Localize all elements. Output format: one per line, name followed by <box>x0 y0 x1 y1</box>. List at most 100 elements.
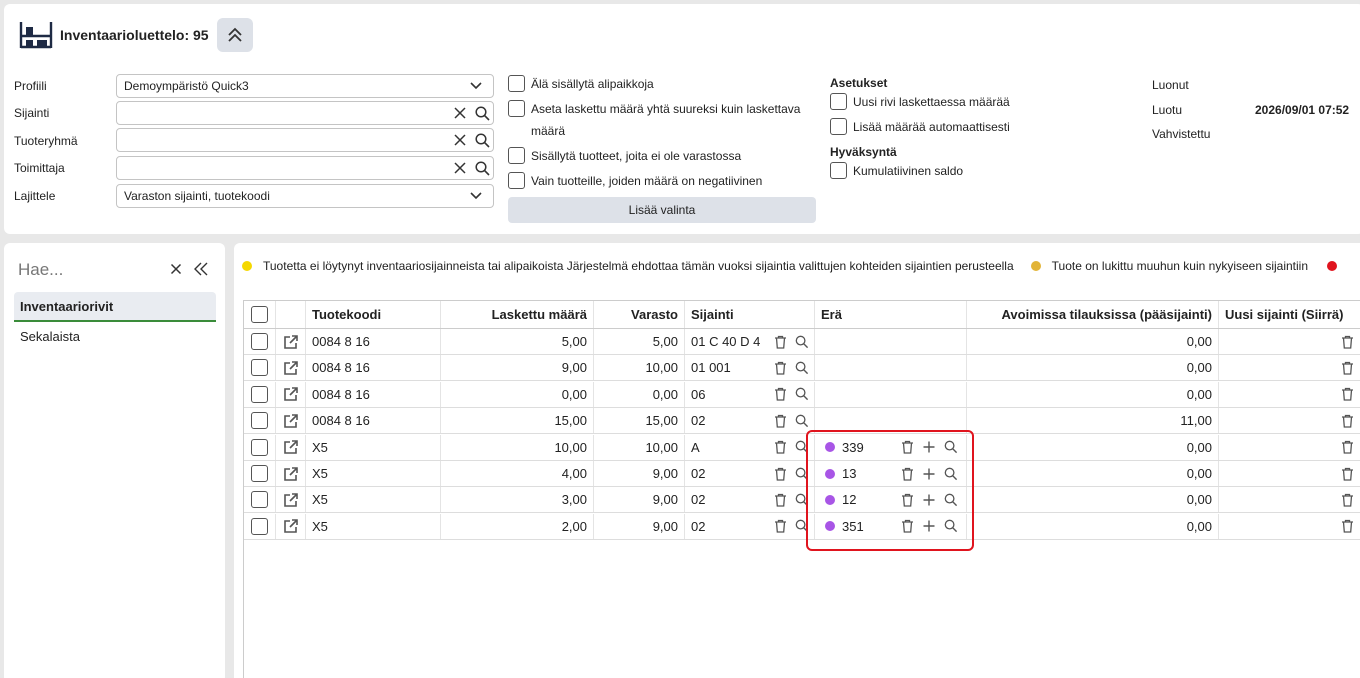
column-header-code[interactable]: Tuotekoodi <box>306 301 441 328</box>
trash-icon[interactable] <box>769 410 791 432</box>
counted-cell[interactable]: 15,00 <box>441 408 594 434</box>
row-checkbox[interactable] <box>251 517 268 535</box>
column-header-new-location[interactable]: Uusi sijainti (Siirrä) <box>1219 301 1360 328</box>
trash-icon[interactable] <box>769 331 791 353</box>
external-link-icon[interactable] <box>280 489 302 511</box>
only-negative-option[interactable]: Vain tuotteille, joiden määrä on negatii… <box>508 170 762 192</box>
trash-icon[interactable] <box>1337 383 1358 405</box>
row-checkbox[interactable] <box>251 412 268 430</box>
clear-icon[interactable] <box>449 102 471 124</box>
exclude-subplaces-option[interactable]: Älä sisällytä alipaikkoja <box>508 73 654 95</box>
trash-icon[interactable] <box>769 357 791 379</box>
search-icon[interactable] <box>791 383 813 405</box>
new-row-option[interactable]: Uusi rivi laskettaessa määrää <box>830 91 1010 113</box>
double-chevron-left-icon[interactable] <box>194 262 208 276</box>
stock-cell: 5,00 <box>594 329 685 354</box>
row-checkbox[interactable] <box>251 491 268 509</box>
external-link-icon[interactable] <box>280 463 302 485</box>
trash-icon[interactable] <box>1337 436 1358 458</box>
trash-icon[interactable] <box>1337 463 1358 485</box>
add-selection-button[interactable]: Lisää valinta <box>508 197 816 223</box>
search-icon[interactable] <box>791 357 813 379</box>
counted-cell[interactable]: 0,00 <box>441 381 594 407</box>
sidebar-item-misc[interactable]: Sekalaista <box>14 321 216 351</box>
column-header-stock[interactable]: Varasto <box>594 301 685 328</box>
counted-cell[interactable]: 9,00 <box>441 355 594 381</box>
table-row[interactable]: X5 3,00 9,00 02 12 0,00 <box>244 487 1360 514</box>
trash-icon[interactable] <box>1337 331 1358 353</box>
legend-text-locked: Tuote on lukittu muuhun kuin nykyiseen s… <box>1051 259 1309 273</box>
column-header-batch[interactable]: Erä <box>815 301 967 328</box>
checkbox[interactable] <box>508 75 525 92</box>
checkbox[interactable] <box>508 147 525 164</box>
external-link-icon[interactable] <box>280 515 302 537</box>
table-row[interactable]: 0084 8 16 9,00 10,00 01 001 0,00 <box>244 355 1360 382</box>
trash-icon[interactable] <box>1337 410 1358 432</box>
column-header-open-orders[interactable]: Avoimissa tilauksissa (pääsijainti) <box>967 301 1219 328</box>
counted-cell[interactable]: 5,00 <box>441 329 594 354</box>
trash-icon[interactable] <box>769 463 791 485</box>
external-link-icon[interactable] <box>280 357 302 379</box>
supplier-label: Toimittaja <box>14 161 65 175</box>
table-row[interactable]: X5 10,00 10,00 A 339 0,00 <box>244 434 1360 461</box>
checkbox[interactable] <box>830 162 847 179</box>
trash-icon[interactable] <box>769 436 791 458</box>
trash-icon[interactable] <box>769 383 791 405</box>
counted-cell[interactable]: 4,00 <box>441 461 594 486</box>
clear-icon[interactable] <box>449 157 471 179</box>
cumulative-option[interactable]: Kumulatiivinen saldo <box>830 160 963 182</box>
trash-icon[interactable] <box>1337 489 1358 511</box>
product-group-search-field[interactable] <box>116 128 494 152</box>
row-checkbox[interactable] <box>251 359 268 377</box>
row-select-cell <box>244 381 276 407</box>
counted-cell[interactable]: 10,00 <box>441 434 594 460</box>
select-all-checkbox[interactable] <box>251 306 268 323</box>
checkbox[interactable] <box>830 118 847 135</box>
column-header-counted[interactable]: Laskettu määrä <box>441 301 594 328</box>
external-link-icon[interactable] <box>280 383 302 405</box>
sidebar-search-input[interactable]: Hae... <box>18 260 63 280</box>
search-icon[interactable] <box>471 157 493 179</box>
add-auto-option[interactable]: Lisää määrää automaattisesti <box>830 116 1010 138</box>
supplier-search-field[interactable] <box>116 156 494 180</box>
code-cell: 0084 8 16 <box>306 355 441 381</box>
table-row[interactable]: X5 4,00 9,00 02 13 0,00 <box>244 461 1360 487</box>
counted-cell[interactable]: 3,00 <box>441 487 594 513</box>
external-link-icon[interactable] <box>280 410 302 432</box>
table-row[interactable]: 0084 8 16 15,00 15,00 02 11,00 <box>244 408 1360 435</box>
row-checkbox[interactable] <box>251 438 268 456</box>
row-checkbox[interactable] <box>251 465 268 482</box>
clear-icon[interactable] <box>449 129 471 151</box>
location-search-field[interactable] <box>116 101 494 125</box>
table-row[interactable]: X5 2,00 9,00 02 351 0,00 <box>244 513 1360 540</box>
open-link-cell <box>276 434 306 460</box>
row-checkbox[interactable] <box>251 333 268 350</box>
table-row[interactable]: 0084 8 16 5,00 5,00 01 C 40 D 4 0,00 <box>244 329 1360 355</box>
trash-icon[interactable] <box>1337 357 1358 379</box>
trash-icon[interactable] <box>769 489 791 511</box>
set-counted-option[interactable]: Aseta laskettu määrä yhtä suureksi kuin … <box>508 98 800 142</box>
sidebar-item-inventory-rows[interactable]: Inventaariorivit <box>14 292 216 322</box>
location-value: 01 001 <box>691 360 731 376</box>
close-icon[interactable] <box>170 263 182 275</box>
column-header-location[interactable]: Sijainti <box>685 301 815 328</box>
counted-cell[interactable]: 2,00 <box>441 513 594 539</box>
checkbox[interactable] <box>508 172 525 189</box>
search-icon[interactable] <box>471 102 493 124</box>
trash-icon[interactable] <box>1337 515 1358 537</box>
external-link-icon[interactable] <box>280 436 302 458</box>
search-icon[interactable] <box>471 129 493 151</box>
external-link-icon[interactable] <box>280 331 302 353</box>
profile-select[interactable]: Demoympäristö Quick3 <box>116 74 494 98</box>
search-icon[interactable] <box>791 410 813 432</box>
table-row[interactable]: 0084 8 16 0,00 0,00 06 0,00 <box>244 381 1360 408</box>
new-location-cell <box>1219 435 1360 460</box>
include-no-stock-option[interactable]: Sisällytä tuotteet, joita ei ole varasto… <box>508 145 741 167</box>
search-icon[interactable] <box>791 331 813 353</box>
row-checkbox[interactable] <box>251 385 268 403</box>
trash-icon[interactable] <box>769 515 791 537</box>
checkbox[interactable] <box>830 93 847 110</box>
sort-select[interactable]: Varaston sijainti, tuotekoodi <box>116 184 494 208</box>
checkbox[interactable] <box>508 100 525 117</box>
collapse-header-button[interactable] <box>216 18 253 52</box>
